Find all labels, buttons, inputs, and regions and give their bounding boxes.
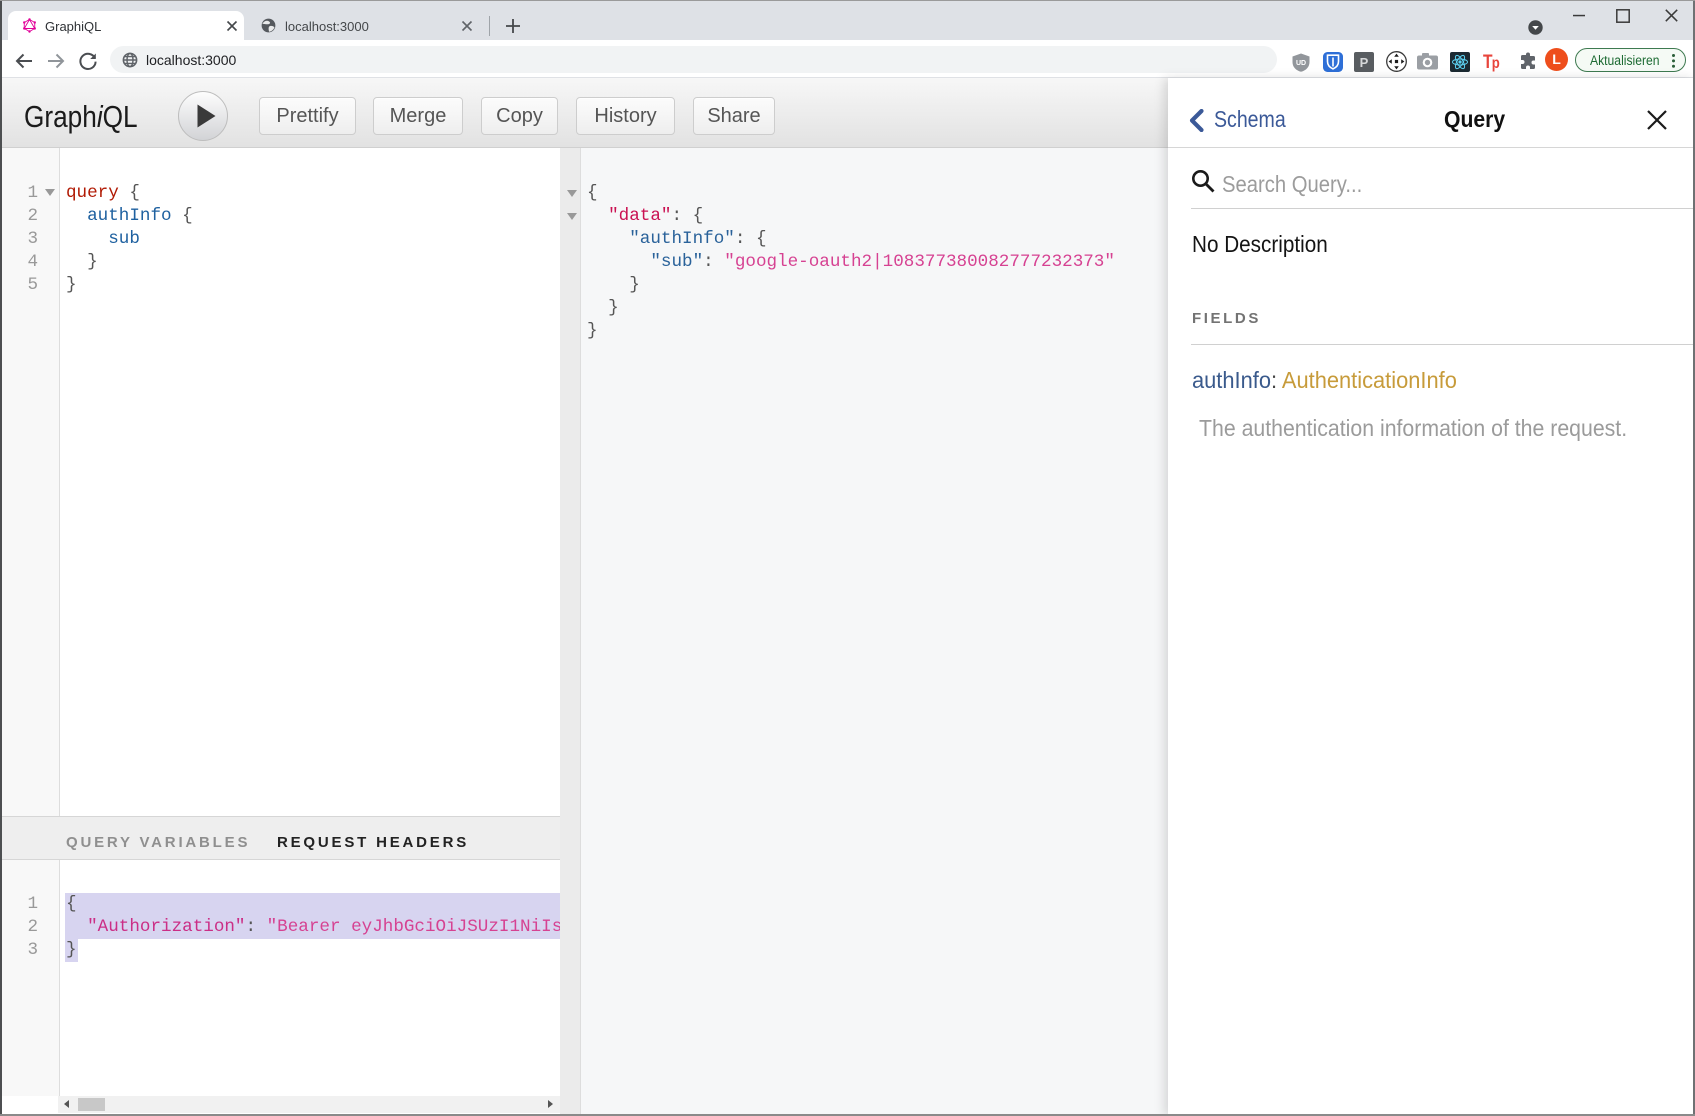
svg-text:UD: UD [1296,60,1306,67]
svg-text:P: P [1360,55,1369,70]
